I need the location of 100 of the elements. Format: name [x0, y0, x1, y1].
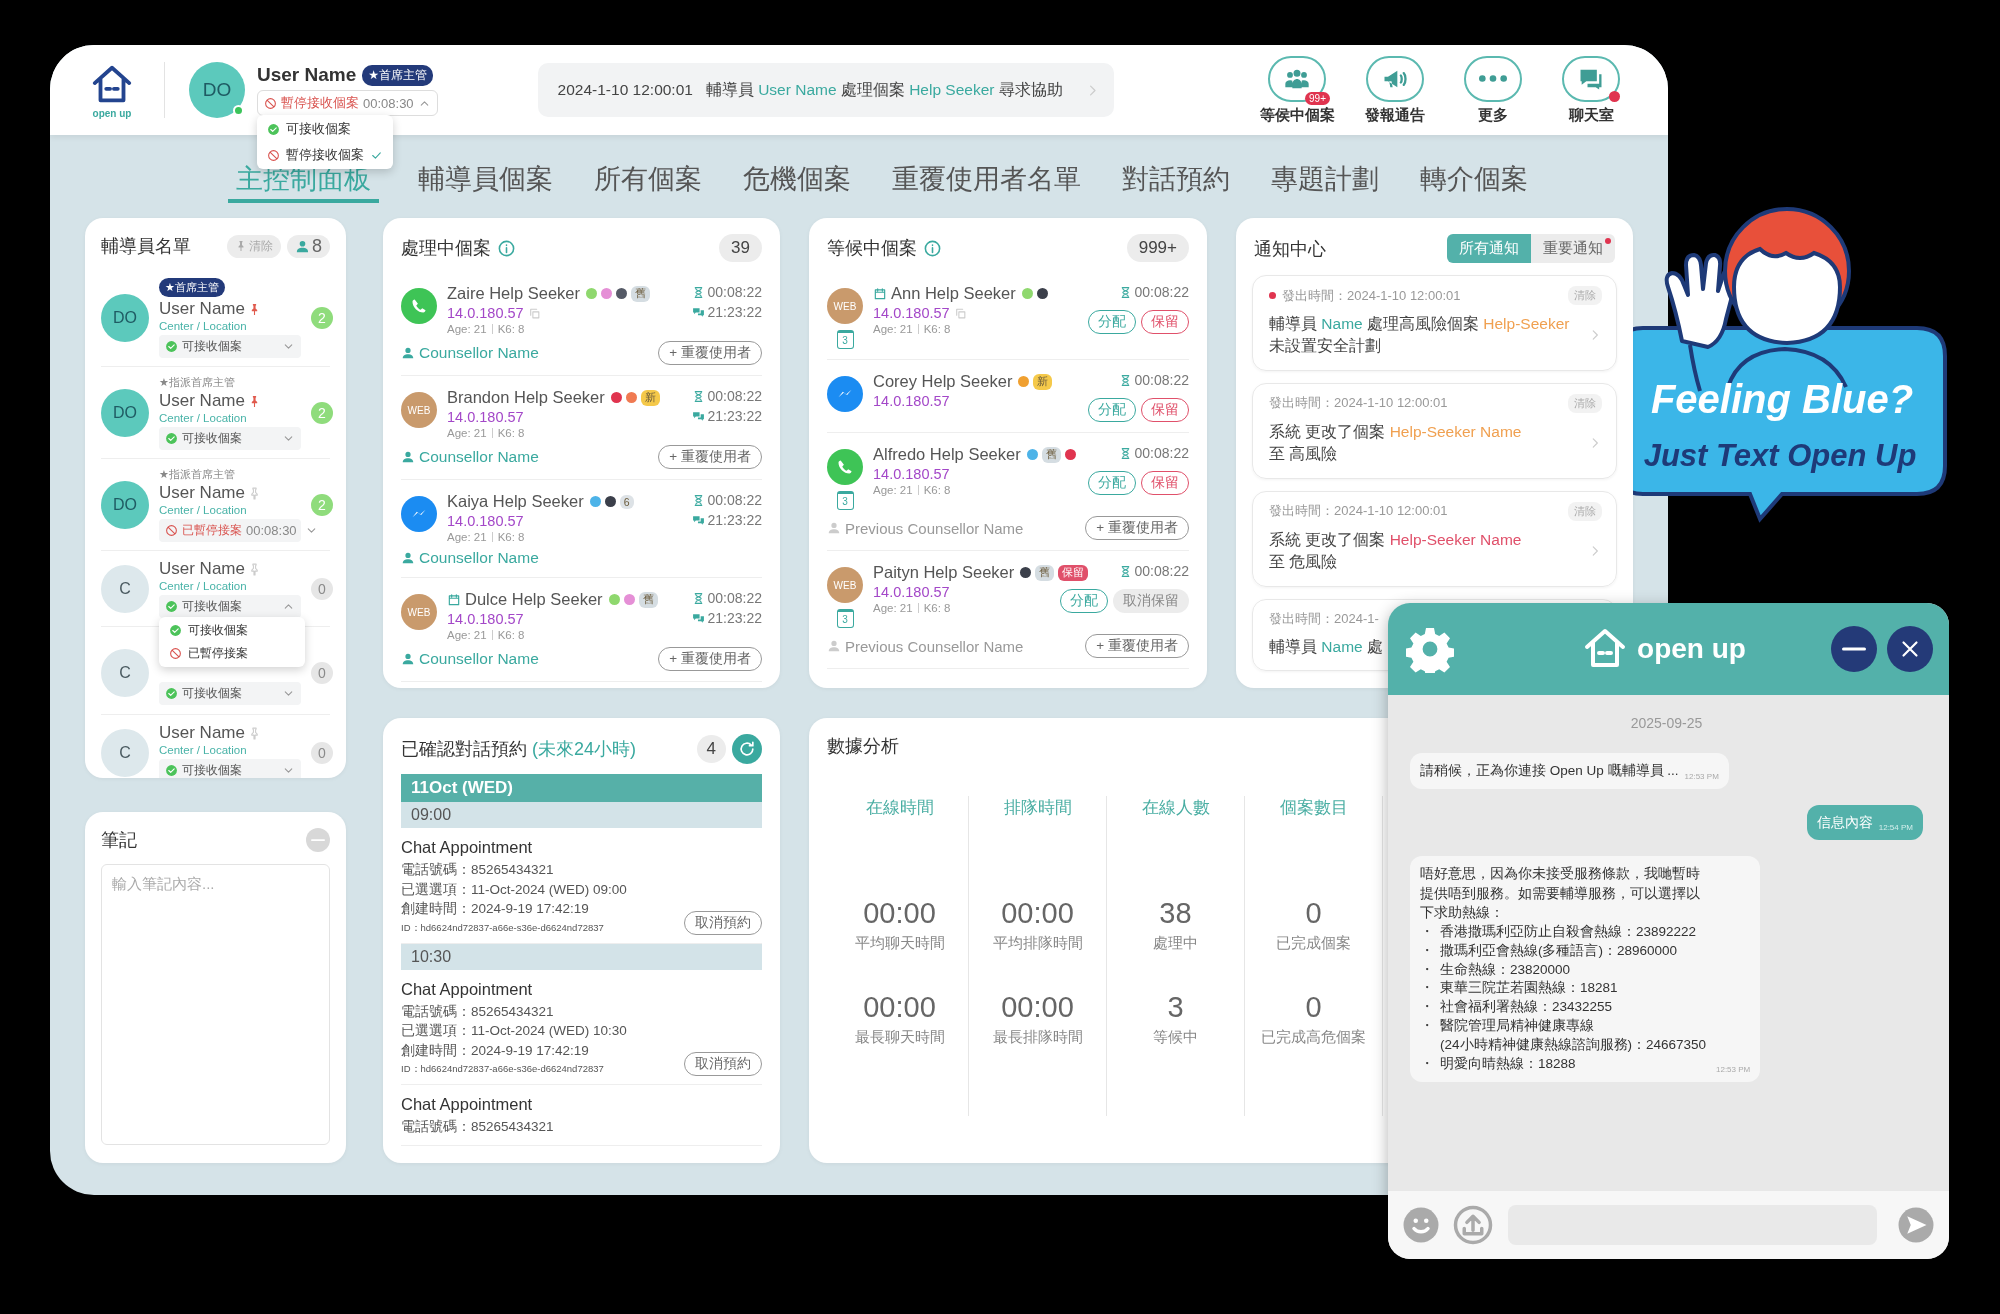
k6-score: K6: 8: [923, 602, 951, 614]
avatar: C: [101, 728, 149, 777]
counsellor-name: Previous Counsellor Name: [845, 519, 1024, 537]
stat-label: 已完成高危個案: [1261, 1028, 1366, 1047]
ip-address: 14.0.180.57: [447, 513, 524, 529]
appointment-id: ID：hd6624nd72837-a66e-s36e-d6624nd72837: [401, 1063, 604, 1077]
hotline-item: ・ 社會福利署熱線：23432255: [1420, 998, 1614, 1017]
chat-time: 21:23:22: [707, 304, 762, 320]
age-text: Age: 21: [447, 427, 487, 439]
k6-score: K6: 8: [497, 427, 525, 439]
case-count: 999+: [1126, 234, 1189, 262]
hotline-item: ・ 東華三院芷若園熱線：18281: [1420, 979, 1619, 998]
appointment-title: Chat Appointment: [401, 1095, 534, 1115]
stat-value: 00:00: [863, 897, 936, 930]
seeker-name: Paityn Help Seeker: [873, 563, 1015, 582]
location-text: Center / Location: [159, 412, 248, 424]
wait-time: 00:08:22: [1134, 563, 1189, 579]
case-count: 0: [311, 577, 333, 600]
tag: 舊: [1041, 446, 1061, 463]
stat-heading: 排隊時間: [1003, 797, 1072, 819]
notification-text: 系統 更改了個案 Help-Seeker Name 至 危風險: [1269, 529, 1523, 573]
appointment-title: Chat Appointment: [401, 838, 534, 857]
date-header: 11Oct (WED): [401, 774, 762, 802]
chat-date: 2025-09-25: [1630, 715, 1703, 731]
tag: 新: [640, 389, 660, 406]
stat-heading: 個案數目: [1279, 797, 1348, 819]
age-text: Age: 21: [873, 484, 913, 496]
stat-label: 最長聊天時間: [854, 1028, 945, 1047]
notification-text: 系統 更改了個案 Help-Seeker Name 至 高風險: [1269, 421, 1523, 465]
age-text: Age: 21: [873, 602, 913, 614]
age-text: Age: 21: [447, 323, 487, 335]
stat-label: 已完成個案: [1276, 934, 1351, 953]
card-title: 處理中個案: [401, 237, 491, 260]
stat-label: 平均排隊時間: [992, 934, 1083, 953]
seeker-name: Ann Help Seeker: [891, 284, 1016, 303]
stat-heading: 在線時間: [865, 797, 934, 819]
case-count: 2: [311, 401, 333, 424]
k6-score: K6: 8: [497, 629, 525, 641]
logo-text: open up: [92, 107, 132, 119]
counsellor-name: Counsellor Name: [419, 448, 539, 466]
card-title: 輔導員名單: [101, 235, 191, 258]
ip-address: 14.0.180.57: [873, 466, 950, 482]
appointment-detail: 電話號碼：85265434321: [401, 1118, 555, 1137]
location-text: Center / Location: [159, 744, 248, 756]
avatar: DO: [101, 294, 149, 342]
notification-text: 輔導員 Name 處: [1269, 636, 1384, 657]
k6-score: K6: 8: [497, 531, 525, 543]
message-text: 請稍候，正為你連接 Open Up 嘅輔導員 ...: [1420, 762, 1679, 780]
stat-value: 38: [1159, 897, 1192, 930]
k6-score: K6: 8: [923, 484, 951, 496]
role-label: ★首席主管: [159, 278, 225, 297]
counsellor-name: User Name: [159, 299, 245, 319]
hotline-item: ・ 香港撒瑪利亞防止自殺會熱線：23892222: [1420, 922, 1698, 941]
hotline-item: ・ 生命熱線：23820000: [1420, 960, 1572, 979]
time-slot: 09:00: [401, 802, 762, 828]
stat-value: 00:00: [863, 991, 936, 1024]
ip-address: 14.0.180.57: [447, 409, 524, 425]
k6-score: K6: 8: [497, 323, 525, 335]
sent-time: 發出時間：2024-1-: [1269, 609, 1379, 628]
age-text: Age: 21: [873, 323, 913, 335]
calendar-number: 3: [836, 609, 854, 628]
message-text: 唔好意思，因為你未接受服務條款，我哋暫時提供唔到服務。如需要輔導服務，可以選擇以下求助熱線：: [1420, 865, 1701, 923]
counsellor-name: User Name: [159, 723, 245, 743]
time-slot: 10:30: [401, 943, 762, 970]
tag: 保留: [1058, 564, 1089, 581]
chat-time: 21:23:22: [707, 512, 762, 528]
message-text: 信息內容: [1816, 813, 1873, 832]
channel-badge: WEB: [827, 288, 863, 324]
case-count: 2: [311, 307, 333, 329]
case-count: 0: [311, 662, 333, 684]
tag: 6: [619, 494, 634, 509]
appointment-detail: 電話號碼：85265434321: [401, 861, 555, 879]
avatar: DO: [101, 480, 149, 529]
calendar-number: 3: [836, 330, 854, 349]
sticker-tagline: Just Text Open Up: [1643, 438, 1917, 473]
counsellor-name: User Name: [159, 559, 245, 579]
calendar-number: 3: [836, 491, 854, 510]
counsellor-name: Counsellor Name: [419, 650, 539, 668]
stat-label: 等候中: [1153, 1028, 1198, 1047]
wait-time: 00:08:22: [1134, 284, 1189, 300]
message-time: 12:53 PM: [1716, 1064, 1751, 1074]
chat-time: 21:23:22: [707, 408, 762, 424]
location-text: Center / Location: [159, 580, 248, 592]
counsellor-name: Previous Counsellor Name: [845, 637, 1024, 655]
appointment-detail: 電話號碼：85265434321: [401, 1002, 555, 1021]
counsellor-name: Counsellor Name: [419, 549, 539, 567]
avatar: C: [101, 649, 149, 697]
message-time: 12:53 PM: [1684, 771, 1719, 781]
tag: 舊: [1035, 564, 1055, 581]
location-text: Center / Location: [159, 504, 248, 516]
tag: 舊: [638, 591, 658, 608]
age-text: Age: 21: [447, 531, 487, 543]
avatar: DO: [101, 388, 149, 437]
avatar: DO: [189, 62, 245, 118]
counsellor-count: 8: [287, 234, 330, 258]
card-title: 筆記: [101, 829, 137, 852]
appointment-title: Chat Appointment: [401, 979, 534, 999]
ip-address: 14.0.180.57: [873, 393, 950, 409]
card-title: 等候中個案: [827, 237, 917, 260]
sent-time: 發出時間：2024-1-10 12:00:01: [1269, 502, 1448, 521]
